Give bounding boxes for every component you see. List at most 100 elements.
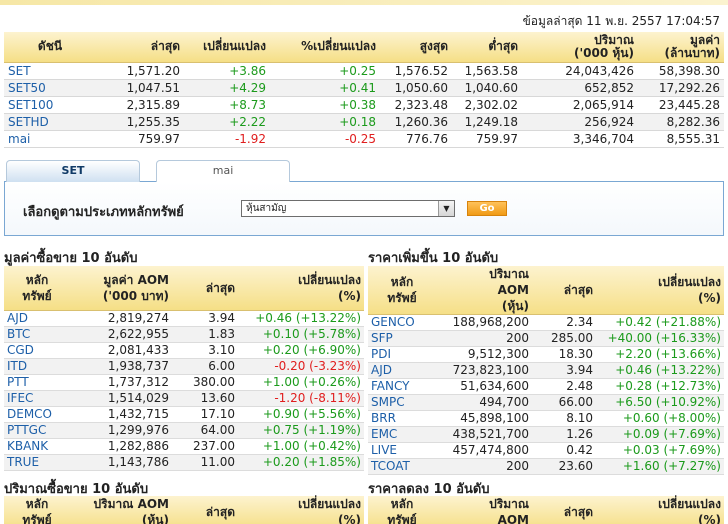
aom-amount: 45,898,100 — [436, 410, 532, 427]
table-row: TCOAT 200 23.60 +1.60 (+7.27%) — [368, 458, 724, 475]
last-price: 1.83 — [172, 326, 238, 343]
col-aom-volume: ปริมาณ AOM — [436, 496, 532, 524]
price-change: +1.60 (+7.27%) — [596, 458, 724, 475]
symbol-link[interactable]: TCOAT — [368, 458, 436, 475]
col-pct-change: %เปลี่ยนแปลง — [270, 32, 380, 63]
aom-amount: 9,512,300 — [436, 346, 532, 363]
table-row: CGD 2,081,433 3.10 +0.20 (+6.90%) — [4, 342, 364, 359]
index-pct-change: +0.18 — [270, 113, 380, 131]
col-aom-volume: ปริมาณ AOM (หุ้น) — [436, 266, 532, 315]
chevron-down-icon[interactable]: ▼ — [438, 201, 454, 216]
aom-amount: 1,282,886 — [70, 438, 172, 455]
symbol-link[interactable]: FANCY — [368, 378, 436, 395]
symbol-link[interactable]: TRUE — [4, 454, 70, 471]
index-pct-change: -0.25 — [270, 130, 380, 148]
symbol-link[interactable]: AJD — [368, 362, 436, 379]
index-low: 1,040.60 — [452, 79, 522, 97]
table-row: BTC 2,622,955 1.83 +0.10 (+5.78%) — [4, 326, 364, 343]
aom-amount: 2,622,955 — [70, 326, 172, 343]
symbol-link[interactable]: DEMCO — [4, 406, 70, 423]
tab-set[interactable]: SET — [6, 160, 140, 182]
aom-amount: 1,938,737 — [70, 358, 172, 375]
top-volume-table: หลัก ทรัพย์ ปริมาณ AOM (หุ้น) ล่าสุด เปลี่… — [4, 496, 364, 524]
col-symbol: หลัก ทรัพย์ — [4, 266, 70, 311]
symbol-link[interactable]: BRR — [368, 410, 436, 427]
last-price: 237.00 — [172, 438, 238, 455]
symbol-link[interactable]: BTC — [4, 326, 70, 343]
index-name-link[interactable]: mai — [4, 130, 96, 148]
symbol-link[interactable]: CGD — [4, 342, 70, 359]
index-change: +8.73 — [184, 96, 270, 114]
last-price: 66.00 — [532, 394, 596, 411]
table-row: GENCO 188,968,200 2.34 +0.42 (+21.88%) — [368, 314, 724, 331]
symbol-link[interactable]: PTT — [4, 374, 70, 391]
aom-amount: 200 — [436, 330, 532, 347]
index-row: mai 759.97 -1.92 -0.25 776.76 759.97 3,346,704… — [4, 130, 724, 148]
symbol-link[interactable]: KBANK — [4, 438, 70, 455]
table-row: ITD 1,938,737 6.00 -0.20 (-3.23%) — [4, 358, 364, 375]
table-row: TRUE 1,143,786 11.00 +0.20 (+1.85%) — [4, 454, 364, 471]
col-low: ต่ำสุด — [452, 32, 522, 63]
last-price: 13.60 — [172, 390, 238, 407]
symbol-link[interactable]: AJD — [4, 310, 70, 327]
price-change: +0.10 (+5.78%) — [238, 326, 364, 343]
aom-amount: 1,432,715 — [70, 406, 172, 423]
col-symbol: หลัก ทรัพย์ — [368, 266, 436, 315]
aom-amount: 51,634,600 — [436, 378, 532, 395]
last-price: 6.00 — [172, 358, 238, 375]
top-losers-header: หลัก ทรัพย์ ปริมาณ AOM ล่าสุด เปลี่ยนแปลง(… — [368, 496, 724, 524]
symbol-link[interactable]: LIVE — [368, 442, 436, 459]
col-index: ดัชนี — [4, 32, 96, 63]
security-type-select[interactable]: หุ้นสามัญ ▼ — [241, 200, 455, 217]
top-value-title: มูลค่าซื้อขาย 10 อันดับ — [4, 251, 138, 266]
index-name-link[interactable]: SET100 — [4, 96, 96, 114]
last-price: 2.48 — [532, 378, 596, 395]
index-row: SET50 1,047.51 +4.29 +0.41 1,050.60 1,040.60 6… — [4, 79, 724, 97]
last-price: 18.30 — [532, 346, 596, 363]
col-last: ล่าสุด — [532, 266, 596, 315]
index-name-link[interactable]: SET — [4, 62, 96, 80]
symbol-link[interactable]: SMPC — [368, 394, 436, 411]
table-row: AJD 2,819,274 3.94 +0.46 (+13.22%) — [4, 310, 364, 327]
aom-amount: 723,823,100 — [436, 362, 532, 379]
symbol-link[interactable]: ITD — [4, 358, 70, 375]
symbol-link[interactable]: GENCO — [368, 314, 436, 331]
index-name-link[interactable]: SET50 — [4, 79, 96, 97]
top-gainers-title: ราคาเพิ่มขึ้น 10 อันดับ — [368, 251, 499, 266]
top-gainers-table: หลัก ทรัพย์ ปริมาณ AOM (หุ้น) ล่าสุด เปลี่ย… — [368, 266, 724, 475]
filter-label: เลือกดูตามประเภทหลักทรัพย์ — [23, 205, 184, 220]
col-last: ล่าสุด — [532, 496, 596, 524]
tab-mai[interactable]: mai — [156, 160, 290, 182]
price-change: +0.09 (+7.69%) — [596, 426, 724, 443]
index-value: 8,282.36 — [638, 113, 724, 131]
table-row: PTT 1,737,312 380.00 +1.00 (+0.26%) — [4, 374, 364, 391]
price-change: +1.00 (+0.26%) — [238, 374, 364, 391]
index-change: +3.86 — [184, 62, 270, 80]
col-volume: ปริมาณ ('000 หุ้น) — [522, 32, 638, 63]
index-name-link[interactable]: SETHD — [4, 113, 96, 131]
col-value: มูลค่า (ล้านบาท) — [638, 32, 724, 63]
price-change: +0.20 (+6.90%) — [238, 342, 364, 359]
symbol-link[interactable]: SFP — [368, 330, 436, 347]
aom-amount: 438,521,700 — [436, 426, 532, 443]
price-change: +0.90 (+5.56%) — [238, 406, 364, 423]
symbol-link[interactable]: PTTGC — [4, 422, 70, 439]
index-high: 2,323.48 — [380, 96, 452, 114]
last-price: 0.42 — [532, 442, 596, 459]
table-row: PTTGC 1,299,976 64.00 +0.75 (+1.19%) — [4, 422, 364, 439]
col-aom-value: มูลค่า AOM ('000 บาท) — [70, 266, 172, 311]
symbol-link[interactable]: IFEC — [4, 390, 70, 407]
symbol-link[interactable]: EMC — [368, 426, 436, 443]
last-price: 64.00 — [172, 422, 238, 439]
price-change: -0.20 (-3.23%) — [238, 358, 364, 375]
col-symbol: หลัก ทรัพย์ — [368, 496, 436, 524]
go-button[interactable]: Go — [467, 201, 507, 216]
index-high: 1,576.52 — [380, 62, 452, 80]
symbol-link[interactable]: PDI — [368, 346, 436, 363]
index-row: SETHD 1,255.35 +2.22 +0.18 1,260.36 1,249.18 2… — [4, 113, 724, 131]
index-low: 1,563.58 — [452, 62, 522, 80]
index-volume: 652,852 — [522, 79, 638, 97]
last-price: 380.00 — [172, 374, 238, 391]
security-type-filter: เลือกดูตามประเภทหลักทรัพย์ หุ้นสามัญ ▼ G… — [4, 182, 724, 236]
table-row: AJD 723,823,100 3.94 +0.46 (+13.22%) — [368, 362, 724, 379]
